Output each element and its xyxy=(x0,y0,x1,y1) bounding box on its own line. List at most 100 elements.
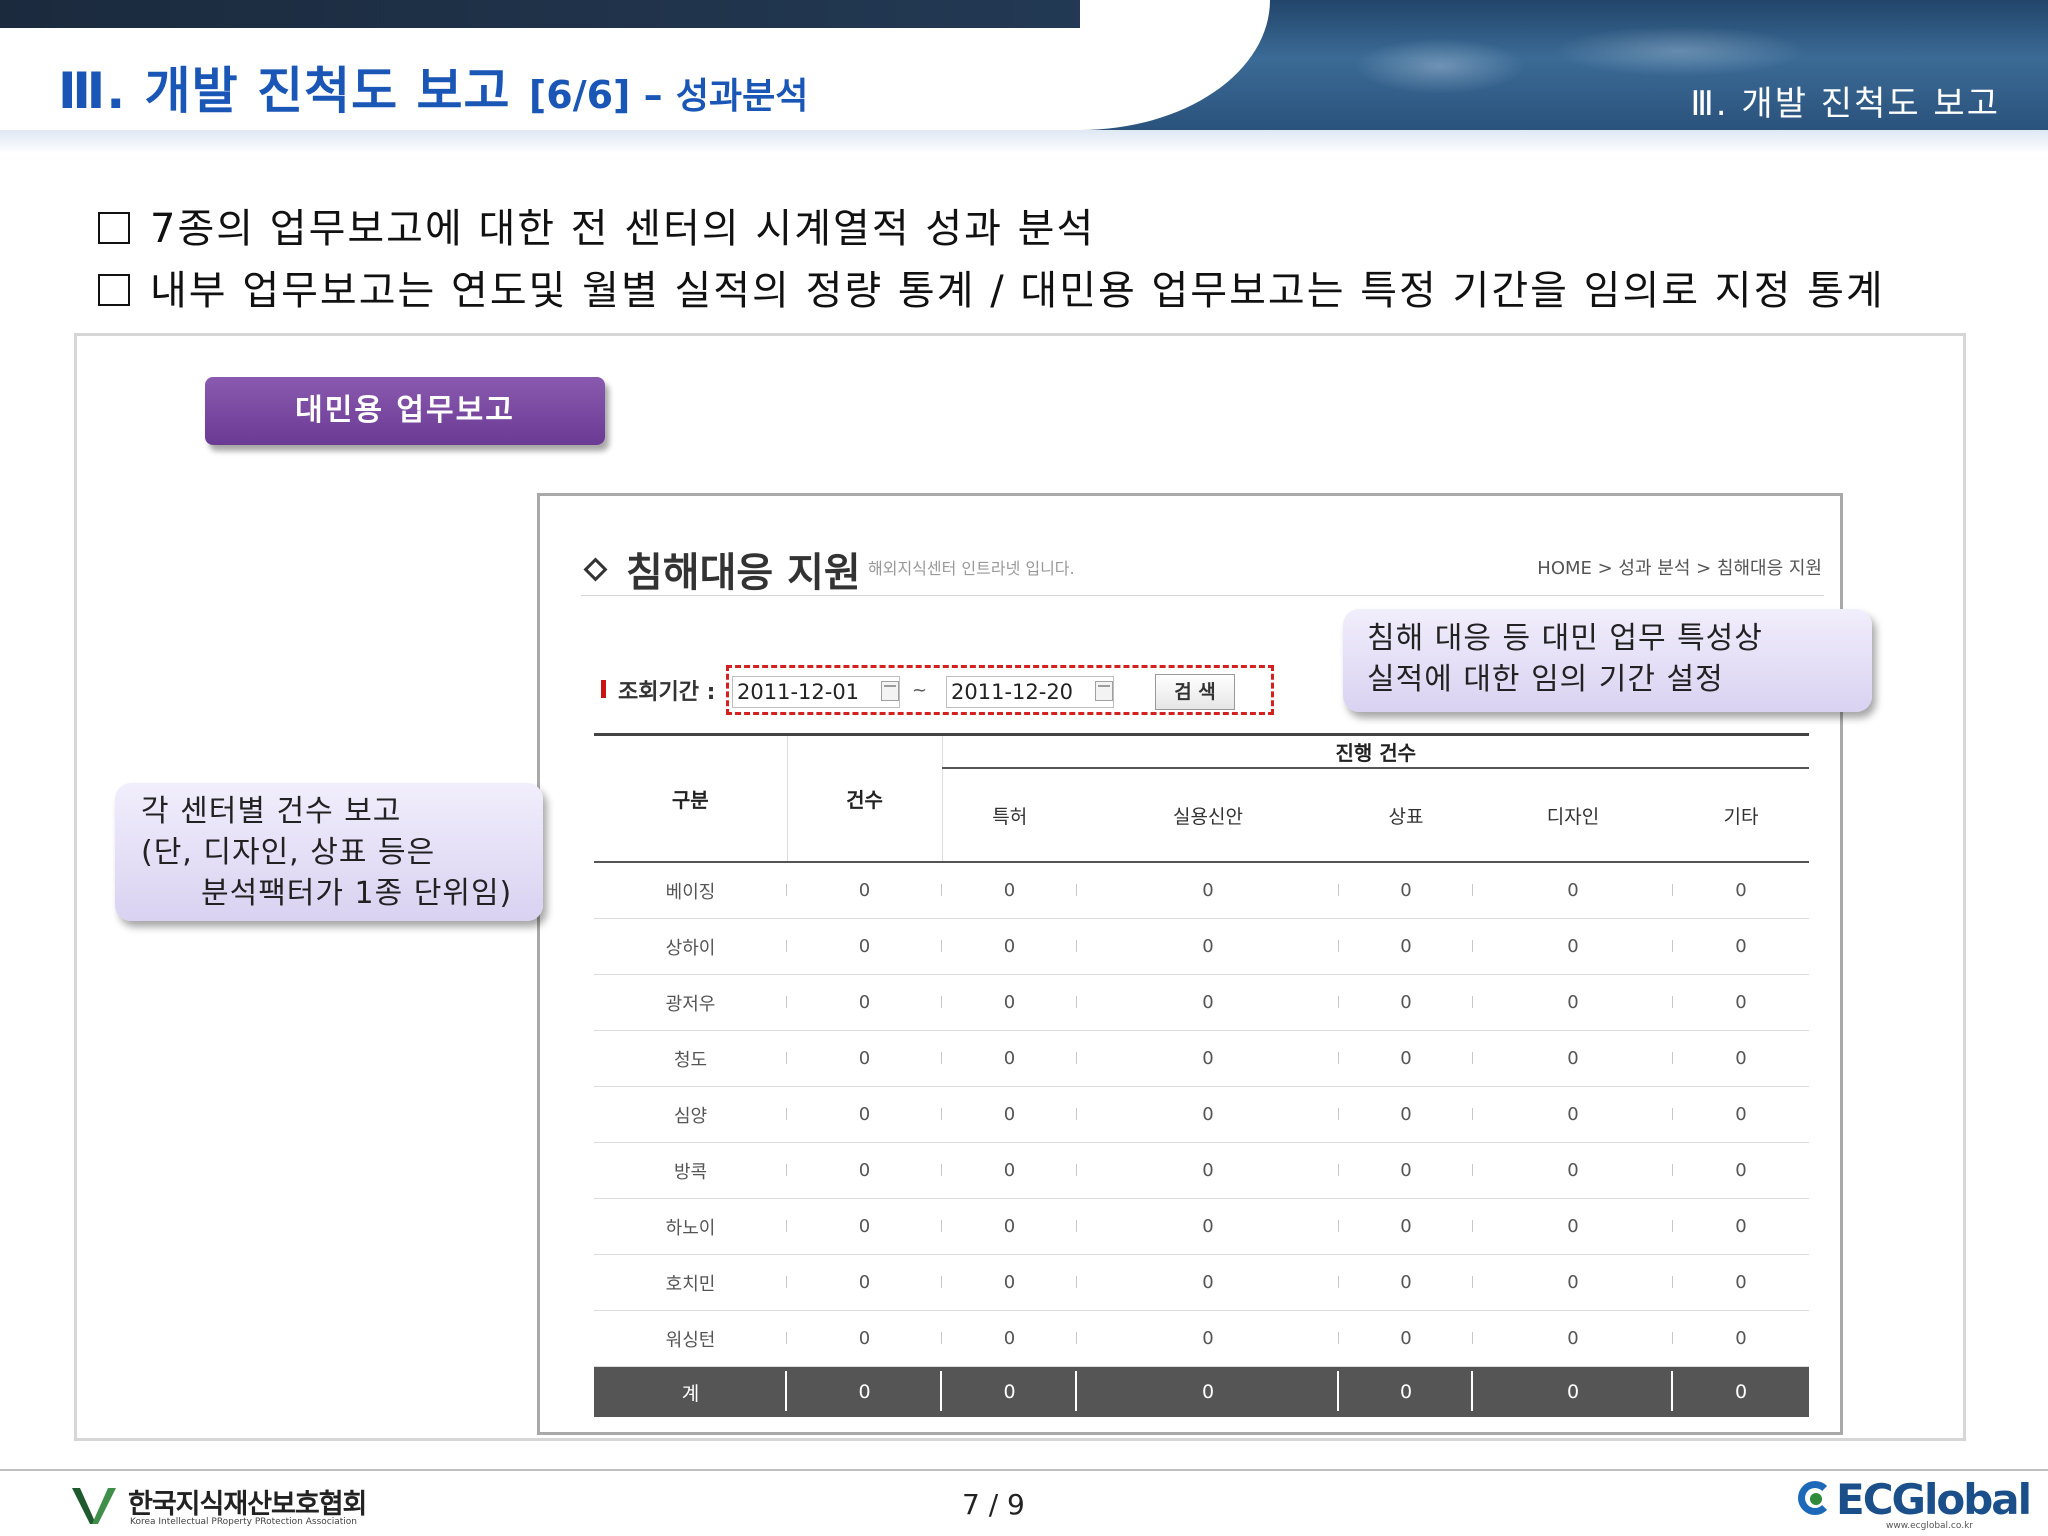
table-cell: 0 xyxy=(1339,918,1473,975)
heading-divider xyxy=(581,595,1824,596)
table-cell: 0 xyxy=(1339,862,1473,919)
callout-date-range: 침해 대응 등 대민 업무 특성상 실적에 대한 임의 기간 설정 xyxy=(1343,609,1872,712)
title-sub: 성과분석 xyxy=(675,76,809,117)
section-label: Ⅲ. 개발 진척도 보고 xyxy=(1690,84,2000,124)
callout-left-line-1: 각 센터별 건수 보고 xyxy=(141,794,402,829)
table-cell: 0 xyxy=(787,1142,942,1199)
table-row: 워싱턴 0 0 0 0 0 0 xyxy=(594,1310,1810,1367)
table-cell: 0 xyxy=(1077,1142,1339,1199)
org-name-en: Korea Intellectual PRoperty PRotection A… xyxy=(130,1517,357,1527)
table-cell: 0 xyxy=(1473,918,1673,975)
table-cell: 0 xyxy=(1673,918,1810,975)
table-row: 베이징 0 0 0 0 0 0 xyxy=(594,862,1810,919)
query-period-label: 조회기간 : xyxy=(618,680,716,705)
table-cell: 0 xyxy=(1339,1198,1473,1255)
table-cell: 0 xyxy=(1077,862,1339,919)
breadcrumb[interactable]: HOME > 성과 분석 > 침해대응 지원 xyxy=(1537,554,1822,580)
date-range-tilde: ~ xyxy=(912,680,928,701)
ecglobal-brand: ECGlobal xyxy=(1836,1475,2032,1524)
header-shadow xyxy=(0,130,2048,154)
table-cell: 0 xyxy=(1473,1310,1673,1367)
table-row: 심양 0 0 0 0 0 0 xyxy=(594,1086,1810,1143)
bullet-1: 7종의 업무보고에 대한 전 센터의 시계열적 성과 분석 xyxy=(98,196,1095,254)
table-cell: 0 xyxy=(787,974,942,1031)
bullet-2-text: 내부 업무보고는 연도및 월별 실적의 정량 통계 / 대민용 업무보고는 특정… xyxy=(150,268,1885,314)
table-cell: 0 xyxy=(1077,1254,1339,1311)
table-cell: 0 xyxy=(1339,1030,1473,1087)
total-cell: 0 xyxy=(942,1366,1077,1417)
table-cell: 0 xyxy=(942,1198,1077,1255)
table-cell: 0 xyxy=(1339,1310,1473,1367)
page-subheading: 해외지식센터 인트라넷 입니다. xyxy=(868,559,1075,578)
table-cell: 0 xyxy=(1473,1254,1673,1311)
table-cell: 0 xyxy=(1077,1086,1339,1143)
title-progress: [6/6] xyxy=(528,73,631,117)
table-cell: 0 xyxy=(942,1254,1077,1311)
table-cell: 0 xyxy=(942,1086,1077,1143)
row-center-name: 청도 xyxy=(594,1030,787,1087)
total-cell: 0 xyxy=(1673,1366,1810,1417)
table-cell: 0 xyxy=(1339,974,1473,1031)
table-cell: 0 xyxy=(1077,918,1339,975)
table-cell: 0 xyxy=(787,1086,942,1143)
calendar-icon[interactable] xyxy=(881,681,899,701)
callout-right-line-1: 침해 대응 등 대민 업무 특성상 xyxy=(1367,621,1763,656)
table-cell: 0 xyxy=(942,1030,1077,1087)
table-cell: 0 xyxy=(942,1142,1077,1199)
calendar-icon[interactable] xyxy=(1095,681,1113,701)
sub-header-4: 기타 xyxy=(1723,805,1759,828)
row-center-name: 하노이 xyxy=(594,1198,787,1255)
org-name-kr: 한국지식재산보호협회 xyxy=(128,1489,367,1520)
table-cell: 0 xyxy=(1077,1198,1339,1255)
footer-divider xyxy=(0,1469,2048,1471)
kipra-logo: 한국지식재산보호협회 Korea Intellectual PRoperty P… xyxy=(70,1480,370,1530)
sub-header-0: 특허 xyxy=(992,805,1028,828)
bullet-2: 내부 업무보고는 연도및 월별 실적의 정량 통계 / 대민용 업무보고는 특정… xyxy=(98,258,1885,316)
table-cell: 0 xyxy=(1673,1086,1810,1143)
callout-right-line-2: 실적에 대한 임의 기간 설정 xyxy=(1367,662,1724,697)
table-cell: 0 xyxy=(1473,974,1673,1031)
table-cell: 0 xyxy=(1473,1030,1673,1087)
table-row: 청도 0 0 0 0 0 0 xyxy=(594,1030,1810,1087)
callout-left-line-3: 분석팩터가 1종 단위임) xyxy=(201,876,513,911)
total-row: 계000000 xyxy=(594,1366,1810,1417)
row-center-name: 워싱턴 xyxy=(594,1310,787,1367)
page-heading-text: 침해대응 지원 xyxy=(626,550,861,596)
title-numeral: Ⅲ. xyxy=(58,62,145,120)
sub-header-3: 디자인 xyxy=(1546,805,1600,828)
table-cell: 0 xyxy=(1673,862,1810,919)
kipra-logo-icon xyxy=(72,1488,116,1524)
table-cell: 0 xyxy=(787,1310,942,1367)
public-report-button[interactable]: 대민용 업무보고 xyxy=(205,377,605,445)
ecglobal-logo-dot xyxy=(1810,1493,1822,1505)
query-marker xyxy=(601,680,606,698)
table-cell: 0 xyxy=(1077,1030,1339,1087)
page-number: 7 / 9 xyxy=(962,1488,1025,1521)
table-row: 상하이 0 0 0 0 0 0 xyxy=(594,918,1810,975)
table-cell: 0 xyxy=(1673,974,1810,1031)
checkbox-square-icon xyxy=(98,212,130,244)
search-button[interactable]: 검 색 xyxy=(1155,674,1235,710)
date-from-input[interactable] xyxy=(732,676,900,708)
table-cell: 0 xyxy=(1673,1254,1810,1311)
row-center-name: 호치민 xyxy=(594,1254,787,1311)
total-cell: 0 xyxy=(1473,1366,1673,1417)
table-cell: 0 xyxy=(1673,1030,1810,1087)
date-to-input[interactable] xyxy=(946,676,1114,708)
table-cell: 0 xyxy=(1473,862,1673,919)
row-center-name: 상하이 xyxy=(594,918,787,975)
table-cell: 0 xyxy=(1673,1142,1810,1199)
table-cell: 0 xyxy=(942,862,1077,919)
title-main: 개발 진척도 보고 xyxy=(144,62,529,120)
col-header-category: 구분 xyxy=(594,733,788,862)
table-cell: 0 xyxy=(1673,1198,1810,1255)
bullet-1-text: 7종의 업무보고에 대한 전 센터의 시계열적 성과 분석 xyxy=(150,206,1096,252)
sub-header-2: 상표 xyxy=(1388,805,1424,828)
sub-header-1: 실용신안 xyxy=(1173,805,1243,828)
col-header-count: 건수 xyxy=(787,733,943,862)
table-cell: 0 xyxy=(787,1030,942,1087)
title-dash: – xyxy=(630,73,676,117)
table-cell: 0 xyxy=(1339,1142,1473,1199)
table-cell: 0 xyxy=(1473,1086,1673,1143)
table-row: 하노이 0 0 0 0 0 0 xyxy=(594,1198,1810,1255)
